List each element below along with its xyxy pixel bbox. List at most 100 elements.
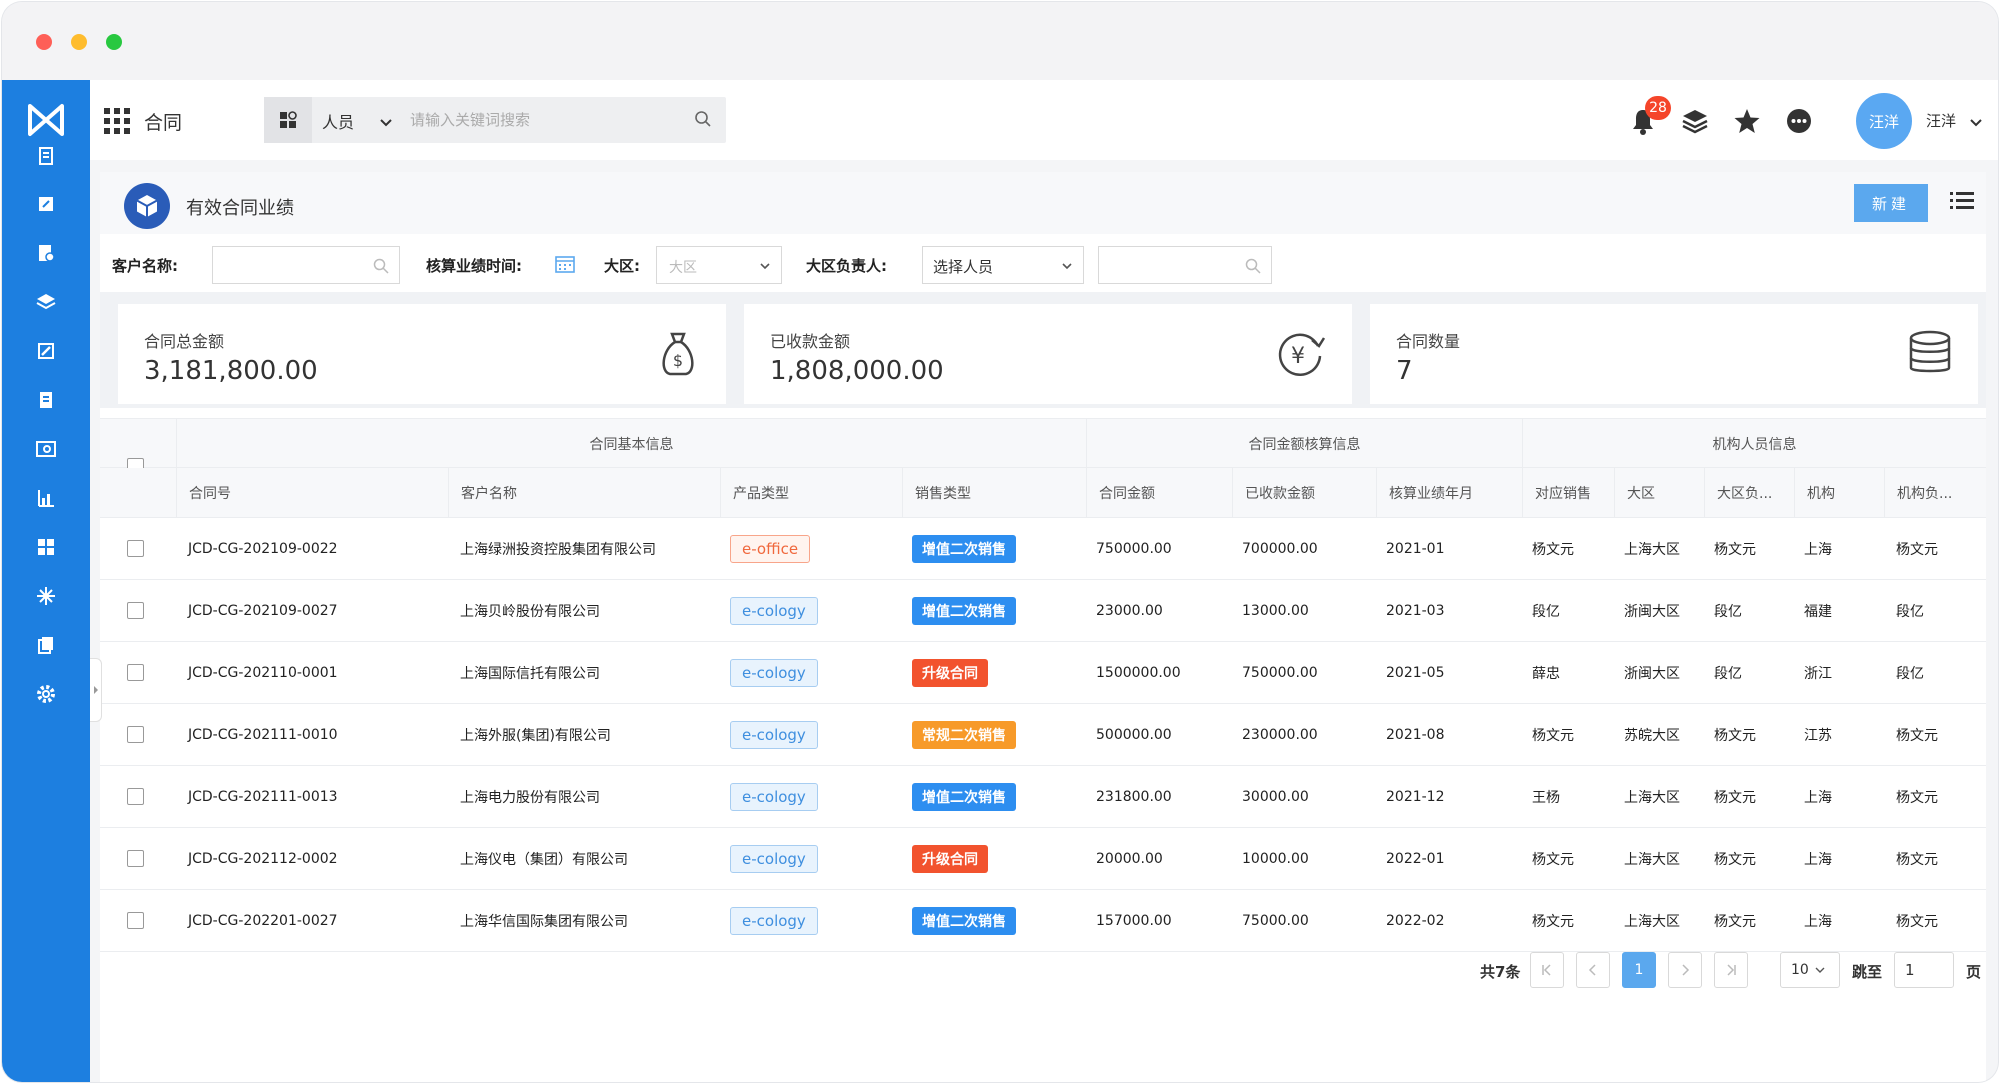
sidebar-documents-icon[interactable] <box>32 142 60 170</box>
table-row[interactable]: JCD-CG-202111-0013 上海电力股份有限公司 e-cology 增值二次… <box>100 766 1986 828</box>
manager-select[interactable]: 选择人员 <box>922 246 1084 284</box>
row-checkbox[interactable] <box>127 540 144 557</box>
chevron-down-icon[interactable] <box>380 113 392 132</box>
calendar-icon[interactable] <box>554 254 576 278</box>
last-page-button[interactable] <box>1714 952 1748 988</box>
cell-customer: 上海外服(集团)有限公司 <box>460 728 611 744</box>
column-header-sale-type[interactable]: 销售类型 <box>902 468 1086 518</box>
username-label[interactable]: 汪洋 <box>1926 110 1956 131</box>
close-window-button[interactable] <box>36 34 52 50</box>
sidebar-layers-icon[interactable] <box>32 288 60 316</box>
row-checkbox[interactable] <box>127 726 144 743</box>
cell-product: e-office <box>730 518 811 580</box>
cell-month: 2021-03 <box>1386 603 1445 619</box>
sidebar-chart-icon[interactable] <box>32 484 60 512</box>
prev-page-button[interactable] <box>1576 952 1610 988</box>
favorite-star-icon[interactable] <box>1732 106 1762 136</box>
sidebar-search-doc-icon[interactable] <box>32 435 60 463</box>
search-scope-select[interactable]: 人员 <box>322 109 354 133</box>
region-placeholder: 大区 <box>669 260 697 276</box>
top-bar: 合同 人员 28 汪洋 汪洋 <box>90 80 1998 160</box>
column-header-month[interactable]: 核算业绩年月 <box>1376 468 1522 518</box>
cell-customer: 上海电力股份有限公司 <box>460 790 600 806</box>
list-menu-icon[interactable] <box>1950 190 1974 216</box>
cell-month: 2021-05 <box>1386 665 1445 681</box>
user-avatar[interactable]: 汪洋 <box>1856 93 1912 149</box>
new-button[interactable]: 新建 <box>1854 184 1928 222</box>
search-type-icon[interactable] <box>264 97 312 143</box>
table-row[interactable]: JCD-CG-202109-0022 上海绿洲投资控股集团有限公司 e-office… <box>100 518 1986 580</box>
first-page-button[interactable] <box>1530 952 1564 988</box>
cell-sale-type: 增值二次销售 <box>912 518 1016 580</box>
sale-type-tag: 升级合同 <box>912 845 988 873</box>
row-checkbox[interactable] <box>127 788 144 805</box>
cell-sale-type: 增值二次销售 <box>912 766 1016 828</box>
column-header-received[interactable]: 已收款金额 <box>1232 468 1376 518</box>
more-options-icon[interactable] <box>1784 106 1814 136</box>
search-icon[interactable] <box>694 110 712 132</box>
column-header-org[interactable]: 机构 <box>1794 468 1884 518</box>
sidebar-collapse-toggle[interactable] <box>90 658 102 722</box>
layers-icon[interactable] <box>1680 106 1710 136</box>
table-row[interactable]: JCD-CG-202111-0010 上海外服(集团)有限公司 e-cology 常规… <box>100 704 1986 766</box>
product-tag: e-office <box>730 535 811 563</box>
region-filter-label: 大区: <box>604 257 640 275</box>
brand-logo-icon[interactable] <box>24 98 68 142</box>
column-header-customer[interactable]: 客户名称 <box>448 468 720 518</box>
row-checkbox[interactable] <box>127 850 144 867</box>
app-menu-grid-icon[interactable] <box>104 108 130 134</box>
sidebar-settings-gear-icon[interactable] <box>32 680 60 708</box>
cell-region-manager: 杨文元 <box>1714 914 1756 930</box>
stats-row: 合同总金额 3,181,800.00 $ 已收款金额 1,808,000.00 … <box>100 292 1986 408</box>
region-select[interactable]: 大区 <box>656 246 782 284</box>
sidebar-sign-icon[interactable] <box>32 337 60 365</box>
column-header-product[interactable]: 产品类型 <box>720 468 902 518</box>
sidebar-dashboard-icon[interactable] <box>32 533 60 561</box>
search-input[interactable] <box>410 105 670 135</box>
sidebar-report-icon[interactable] <box>32 239 60 267</box>
column-header-region-manager[interactable]: 大区负... <box>1704 468 1794 518</box>
row-checkbox[interactable] <box>127 602 144 619</box>
column-header-contract-id[interactable]: 合同号 <box>176 468 448 518</box>
table-row[interactable]: JCD-CG-202109-0027 上海贝岭股份有限公司 e-cology 增值二次… <box>100 580 1986 642</box>
stat-label: 合同总金额 <box>144 332 225 351</box>
cell-product: e-cology <box>730 828 818 890</box>
manager-search-input[interactable] <box>1098 246 1272 284</box>
sidebar-copy-icon[interactable] <box>32 631 60 659</box>
maximize-window-button[interactable] <box>106 34 122 50</box>
cell-contract-id: JCD-CG-202111-0010 <box>188 727 338 743</box>
page-size-select[interactable]: 10 <box>1780 952 1840 988</box>
table-row[interactable]: JCD-CG-202201-0027 上海华信国际集团有限公司 e-cology 增值… <box>100 890 1986 952</box>
user-menu-chevron-down-icon[interactable] <box>1970 113 1982 132</box>
cell-org-manager: 杨文元 <box>1896 728 1938 744</box>
svg-text:$: $ <box>673 351 683 370</box>
total-count: 共7条 <box>1480 963 1521 981</box>
customer-filter-input[interactable] <box>212 246 400 284</box>
row-checkbox[interactable] <box>127 664 144 681</box>
cell-sale-type: 升级合同 <box>912 642 988 704</box>
cell-amount: 23000.00 <box>1096 603 1163 619</box>
sidebar-network-icon[interactable] <box>32 582 60 610</box>
page-title: 有效合同业绩 <box>186 198 294 219</box>
manager-select-value: 选择人员 <box>933 258 994 276</box>
cell-received: 75000.00 <box>1242 913 1309 929</box>
cell-region-manager: 段亿 <box>1714 666 1742 682</box>
sidebar-list-icon[interactable] <box>32 386 60 414</box>
next-page-button[interactable] <box>1668 952 1702 988</box>
column-header-amount[interactable]: 合同金额 <box>1086 468 1232 518</box>
table-row[interactable]: JCD-CG-202112-0002 上海仪电（集团）有限公司 e-cology 升级… <box>100 828 1986 890</box>
main-panel: 有效合同业绩 新建 客户名称: 核算业绩时间: 大区: 大区 大区负责人: 选择… <box>100 172 1986 1082</box>
page-1-button[interactable]: 1 <box>1622 952 1656 988</box>
row-checkbox[interactable] <box>127 912 144 929</box>
column-header-sales[interactable]: 对应销售 <box>1522 468 1614 518</box>
minimize-window-button[interactable] <box>71 34 87 50</box>
column-header-region[interactable]: 大区 <box>1614 468 1704 518</box>
first-page-icon <box>1542 964 1551 976</box>
column-header-org-manager[interactable]: 机构负... <box>1884 468 1986 518</box>
table-row[interactable]: JCD-CG-202110-0001 上海国际信托有限公司 e-cology 升级合同… <box>100 642 1986 704</box>
sidebar-edit-icon[interactable] <box>32 190 60 218</box>
chevron-left-icon <box>1588 964 1596 976</box>
sidebar <box>2 80 90 1082</box>
jump-label: 跳至 <box>1852 963 1883 981</box>
jump-page-input[interactable]: 1 <box>1894 952 1954 988</box>
